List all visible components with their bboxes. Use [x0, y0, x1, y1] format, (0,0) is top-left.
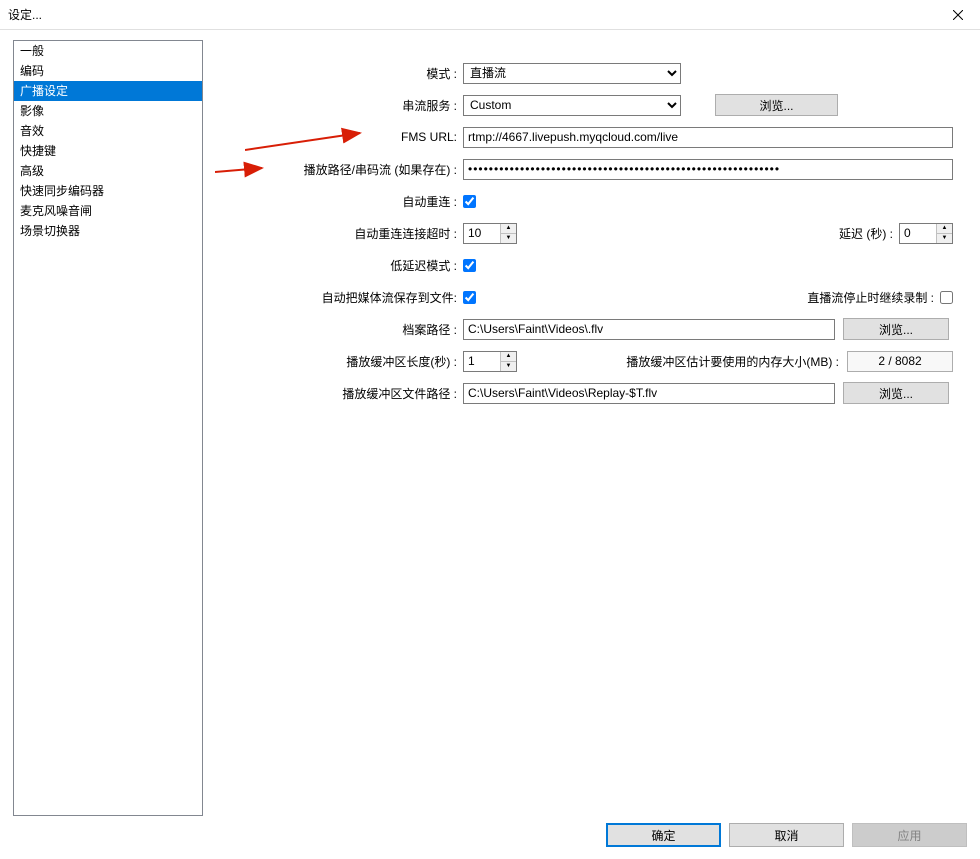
fms-label: FMS URL: — [215, 130, 463, 144]
settings-panel: 模式 : 直播流 串流服务 : Custom 浏览... FMS URL: — [215, 40, 967, 816]
spin-down-icon[interactable]: ▼ — [501, 234, 516, 243]
autoreconnect-checkbox[interactable] — [463, 195, 476, 208]
sidebar-item-quicksync[interactable]: 快速同步编码器 — [14, 181, 202, 201]
apply-button[interactable]: 应用 — [852, 823, 967, 847]
keeprecording-label: 直播流停止时继续录制 : — [807, 289, 934, 306]
bufferpath-input[interactable] — [463, 383, 835, 404]
ok-button[interactable]: 确定 — [606, 823, 721, 847]
filepath-label: 档案路径 : — [215, 321, 463, 338]
delay-label: 延迟 (秒) : — [839, 225, 893, 242]
sidebar-item-general[interactable]: 一般 — [14, 41, 202, 61]
playpath-label: 播放路径/串码流 (如果存在) : — [215, 161, 463, 178]
browse-service-button[interactable]: 浏览... — [715, 94, 838, 116]
lowlatency-label: 低延迟模式 : — [215, 257, 463, 274]
playpath-input[interactable] — [463, 159, 953, 180]
bufferlen-label: 播放缓冲区长度(秒) : — [215, 353, 463, 370]
keeprecording-checkbox[interactable] — [940, 291, 953, 304]
spin-down-icon[interactable]: ▼ — [501, 362, 516, 371]
filepath-input[interactable] — [463, 319, 835, 340]
mode-select[interactable]: 直播流 — [463, 63, 681, 84]
service-select[interactable]: Custom — [463, 95, 681, 116]
sidebar-item-advanced[interactable]: 高级 — [14, 161, 202, 181]
close-button[interactable] — [935, 0, 980, 30]
sidebar-item-sceneswitcher[interactable]: 场景切换器 — [14, 221, 202, 241]
spin-up-icon[interactable]: ▲ — [501, 224, 516, 234]
sidebar-item-video[interactable]: 影像 — [14, 101, 202, 121]
titlebar: 设定... — [0, 0, 980, 30]
window-title: 设定... — [8, 6, 42, 23]
savefile-label: 自动把媒体流保存到文件: — [215, 289, 463, 306]
reconnect-timeout-spinner[interactable]: ▲▼ — [463, 223, 517, 244]
reconnecttimeout-label: 自动重连连接超时 : — [215, 225, 463, 242]
delay-spinner[interactable]: ▲▼ — [899, 223, 953, 244]
bufferpath-label: 播放缓冲区文件路径 : — [215, 385, 463, 402]
browse-bufferpath-button[interactable]: 浏览... — [843, 382, 949, 404]
sidebar: 一般 编码 广播设定 影像 音效 快捷键 高级 快速同步编码器 麦克风噪音闸 场… — [13, 40, 203, 816]
browse-filepath-button[interactable]: 浏览... — [843, 318, 949, 340]
sidebar-item-hotkeys[interactable]: 快捷键 — [14, 141, 202, 161]
cancel-button[interactable]: 取消 — [729, 823, 844, 847]
spin-down-icon[interactable]: ▼ — [937, 234, 952, 243]
sidebar-item-encoding[interactable]: 编码 — [14, 61, 202, 81]
spin-up-icon[interactable]: ▲ — [937, 224, 952, 234]
fms-url-input[interactable] — [463, 127, 953, 148]
bufferlen-input[interactable] — [464, 352, 500, 371]
lowlatency-checkbox[interactable] — [463, 259, 476, 272]
sidebar-item-broadcast[interactable]: 广播设定 — [14, 81, 202, 101]
dialog-footer: 确定 取消 应用 — [606, 823, 967, 847]
memest-label: 播放缓冲区估计要使用的内存大小(MB) : — [626, 353, 839, 370]
mode-label: 模式 : — [215, 65, 463, 82]
autoreconnect-label: 自动重连 : — [215, 193, 463, 210]
reconnect-timeout-input[interactable] — [464, 224, 500, 243]
sidebar-item-noisegate[interactable]: 麦克风噪音闸 — [14, 201, 202, 221]
memest-value: 2 / 8082 — [847, 351, 953, 372]
service-label: 串流服务 : — [215, 97, 463, 114]
spin-up-icon[interactable]: ▲ — [501, 352, 516, 362]
delay-input[interactable] — [900, 224, 936, 243]
bufferlen-spinner[interactable]: ▲▼ — [463, 351, 517, 372]
savefile-checkbox[interactable] — [463, 291, 476, 304]
sidebar-item-audio[interactable]: 音效 — [14, 121, 202, 141]
main-area: 一般 编码 广播设定 影像 音效 快捷键 高级 快速同步编码器 麦克风噪音闸 场… — [0, 30, 980, 816]
